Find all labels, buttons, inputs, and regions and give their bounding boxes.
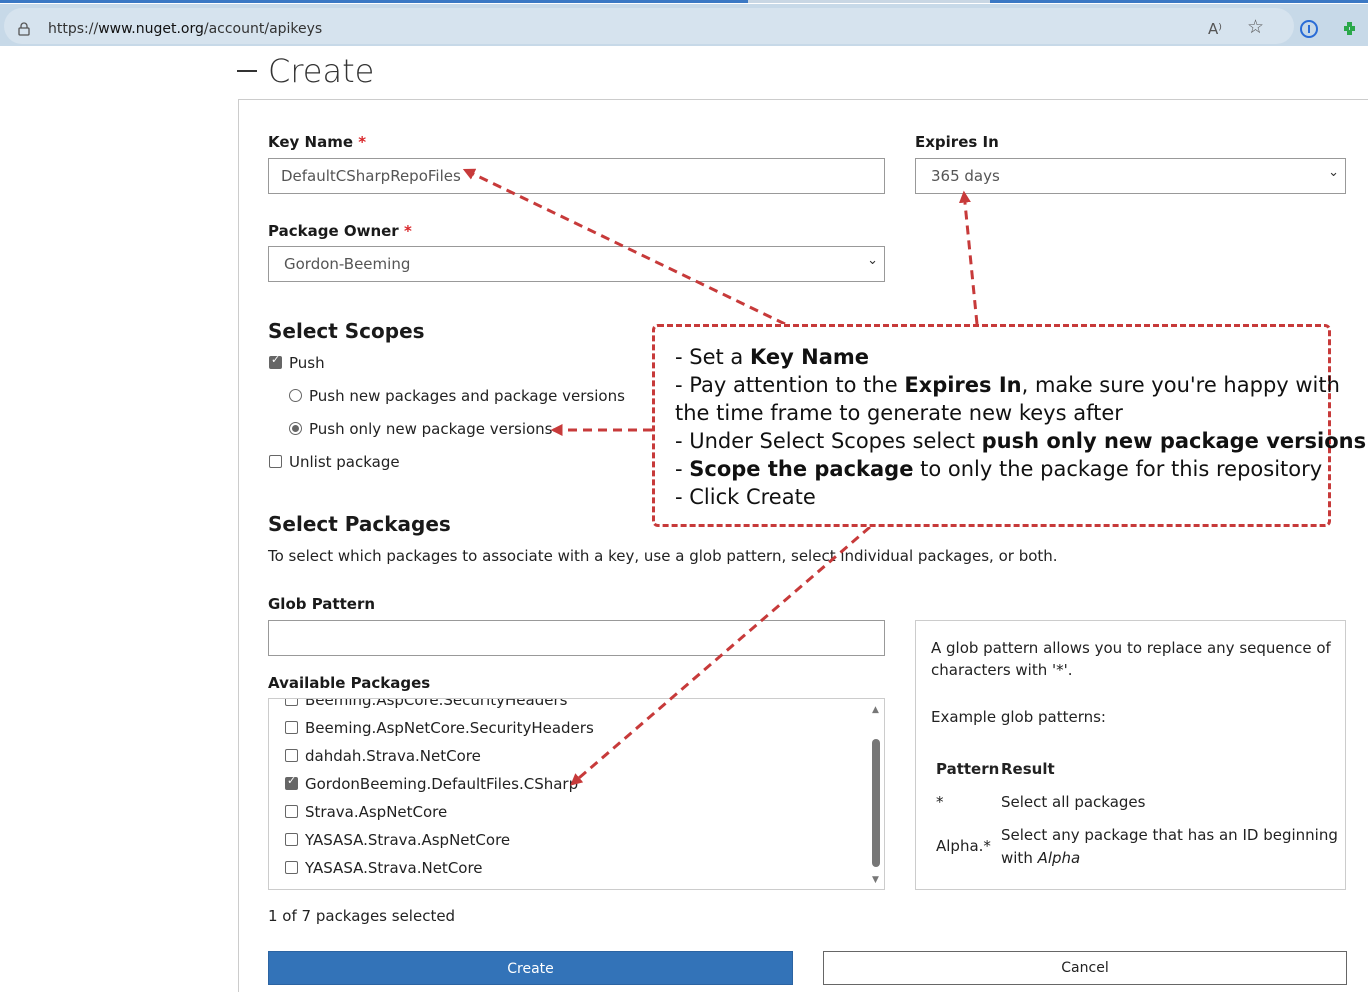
result-prefix: with (1001, 849, 1038, 867)
package-checkbox[interactable] (285, 774, 298, 790)
package-checkbox[interactable] (285, 861, 298, 874)
package-owner-label-text: Package Owner (268, 222, 399, 240)
required-mark: * (358, 133, 367, 151)
url-prefix: https:// (48, 21, 99, 37)
package-owner-select[interactable]: Gordon-Beeming ⌄ (268, 246, 885, 282)
callout-line-3: the time frame to generate new keys afte… (675, 401, 1123, 425)
url-host: www.nuget.org (98, 21, 204, 37)
required-mark: * (403, 222, 412, 240)
glob-pattern-input[interactable] (268, 620, 885, 656)
pattern-cell: * (936, 793, 944, 811)
package-owner-label: Package Owner * (268, 222, 412, 240)
collapse-toggle-icon[interactable] (237, 70, 257, 72)
available-packages-label: Available Packages (268, 674, 431, 692)
push-only-new-versions-label[interactable]: Push only new package versions (309, 420, 553, 438)
glob-pattern-label: Glob Pattern (268, 595, 376, 613)
package-checkbox[interactable] (285, 699, 298, 706)
push-new-label[interactable]: Push new packages and package versions (309, 387, 625, 405)
key-name-label-text: Key Name (268, 133, 354, 151)
select-packages-description: To select which packages to associate wi… (268, 547, 1058, 565)
result-emphasis: Alpha (1037, 849, 1081, 867)
result-column-header: Result (1001, 760, 1055, 778)
package-label[interactable]: Beeming.AspCore.SecurityHeaders (305, 699, 567, 709)
package-label[interactable]: Beeming.AspNetCore.SecurityHeaders (305, 719, 594, 737)
select-scopes-heading: Select Scopes (268, 319, 425, 343)
expires-in-value: 365 days (931, 167, 1000, 185)
scrollbar-thumb[interactable] (872, 739, 880, 867)
package-checkbox[interactable] (285, 749, 298, 762)
result-cell-line2: with Alpha (1001, 849, 1080, 867)
result-cell: Select any package that has an ID beginn… (1001, 826, 1338, 844)
callout-bold: Scope the package (689, 457, 914, 481)
result-cell: Select all packages (1001, 793, 1146, 811)
callout-text: - (675, 457, 690, 481)
packages-scrollbar[interactable]: ▲ ▼ (870, 701, 882, 887)
chevron-down-icon: ⌄ (867, 253, 878, 268)
callout-bold: push only new package versions (981, 429, 1367, 453)
callout-line-6: - Click Create (675, 485, 816, 509)
url-text[interactable]: https://www.nuget.org/account/apikeys (48, 21, 322, 37)
package-label[interactable]: YASASA.Strava.NetCore (305, 859, 483, 877)
callout-line-4: - Under Select Scopes select push only n… (675, 427, 1366, 455)
scroll-down-icon[interactable]: ▼ (872, 875, 879, 885)
extension-icon[interactable] (1344, 22, 1356, 35)
callout-line-1: - Set a Key Name (675, 343, 1308, 371)
glob-help-panel: A glob pattern allows you to replace any… (915, 620, 1346, 890)
package-owner-value: Gordon-Beeming (284, 255, 411, 273)
cancel-button[interactable]: Cancel (823, 951, 1347, 985)
package-label[interactable]: GordonBeeming.DefaultFiles.CSharp (305, 775, 578, 793)
expires-in-select[interactable]: 365 days ⌄ (915, 158, 1346, 194)
unlist-checkbox[interactable] (269, 455, 282, 468)
push-new-radio[interactable] (289, 389, 302, 402)
push-label[interactable]: Push (289, 354, 325, 372)
page-title: Create (268, 52, 375, 90)
browser-toolbar: https://www.nuget.org/account/apikeys A⁾… (0, 0, 1368, 50)
packages-selected-count: 1 of 7 packages selected (268, 907, 456, 925)
package-checkbox[interactable] (285, 805, 298, 818)
callout-text: - Set a (675, 345, 750, 369)
pattern-cell: Alpha.* (936, 837, 991, 855)
password-manager-icon[interactable] (1300, 20, 1318, 38)
select-packages-heading: Select Packages (268, 512, 451, 536)
key-name-input[interactable]: DefaultCSharpRepoFiles (268, 158, 885, 194)
available-packages-list[interactable]: Beeming.AspCore.SecurityHeaders Beeming.… (268, 698, 885, 890)
address-bar[interactable]: https://www.nuget.org/account/apikeys A⁾… (0, 4, 1368, 46)
chevron-down-icon: ⌄ (1328, 165, 1339, 180)
callout-bold: Expires In (904, 373, 1022, 397)
create-button[interactable]: Create (268, 951, 793, 985)
callout-bold: Key Name (749, 345, 869, 369)
package-label[interactable]: dahdah.Strava.NetCore (305, 747, 481, 765)
package-checkbox[interactable] (285, 721, 298, 734)
glob-help-line2: characters with '*'. (931, 661, 1073, 679)
pattern-column-header: Pattern (936, 760, 1000, 778)
push-checkbox[interactable] (269, 353, 282, 369)
callout-text: to only the package for this repository (913, 457, 1323, 481)
scroll-up-icon[interactable]: ▲ (872, 705, 879, 715)
expires-in-label: Expires In (915, 133, 999, 151)
package-checkbox[interactable] (285, 833, 298, 846)
callout-text: , make sure you're happy with (1021, 373, 1340, 397)
unlist-label[interactable]: Unlist package (289, 453, 400, 471)
favorite-star-icon[interactable]: ☆ (1247, 16, 1264, 38)
package-label[interactable]: Strava.AspNetCore (305, 803, 447, 821)
callout-text: - Under Select Scopes select (675, 429, 982, 453)
glob-help-line1: A glob pattern allows you to replace any… (931, 639, 1331, 657)
push-only-new-versions-radio[interactable] (289, 422, 302, 435)
lock-icon[interactable] (18, 22, 30, 36)
callout-line-2: - Pay attention to the Expires In, make … (675, 371, 1340, 399)
callout-line-5: - Scope the package to only the package … (675, 455, 1322, 483)
instruction-callout: - Set a Key Name - Pay attention to the … (652, 324, 1366, 527)
package-label[interactable]: YASASA.Strava.AspNetCore (305, 831, 510, 849)
key-name-label: Key Name * (268, 133, 366, 151)
url-path: /account/apikeys (203, 21, 323, 37)
callout-text: - Pay attention to the (675, 373, 905, 397)
glob-examples-heading: Example glob patterns: (931, 708, 1106, 726)
tab-strip-edge (0, 0, 1368, 3)
read-aloud-icon[interactable]: A⁾ (1208, 20, 1222, 38)
